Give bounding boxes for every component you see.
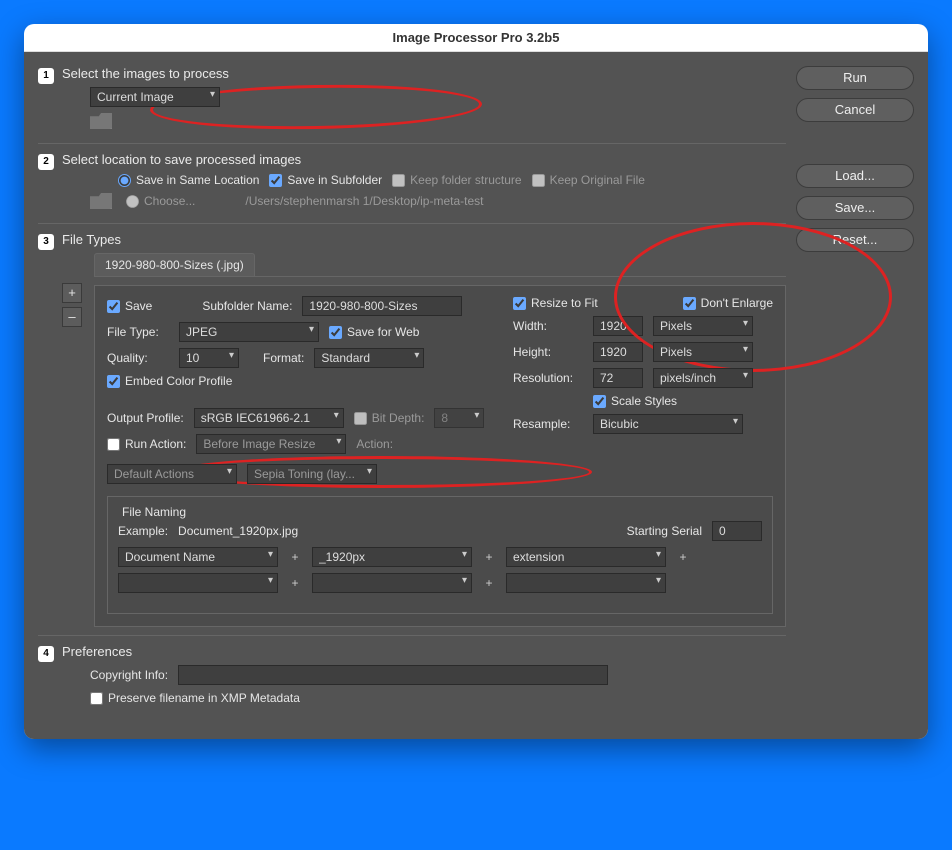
dialog-window: Image Processor Pro 3.2b5 1 Select the i…: [24, 24, 928, 739]
image-source-select[interactable]: Current Image: [90, 87, 220, 107]
action-label: Action:: [356, 437, 393, 451]
step-badge: 4: [38, 646, 54, 662]
step-title: File Types: [62, 232, 786, 247]
height-label: Height:: [513, 345, 583, 359]
bit-depth-check[interactable]: Bit Depth:: [354, 411, 425, 425]
save-same-location-radio[interactable]: Save in Same Location: [118, 173, 259, 187]
save-check[interactable]: Save: [107, 299, 152, 313]
step-badge: 2: [38, 154, 54, 170]
run-button[interactable]: Run: [796, 66, 914, 90]
resample-select[interactable]: Bicubic: [593, 414, 743, 434]
filetype-label: File Type:: [107, 325, 169, 339]
reset-button[interactable]: Reset...: [796, 228, 914, 252]
step-title: Preferences: [62, 644, 786, 659]
save-for-web-check[interactable]: Save for Web: [329, 325, 419, 339]
file-naming-legend: File Naming: [118, 505, 190, 519]
naming-slot-5[interactable]: [312, 573, 472, 593]
step-title: Select the images to process: [62, 66, 786, 81]
cancel-button[interactable]: Cancel: [796, 98, 914, 122]
choose-location-radio[interactable]: Choose...: [126, 194, 195, 208]
copyright-input[interactable]: [178, 665, 608, 685]
run-action-check[interactable]: Run Action:: [107, 437, 186, 451]
serial-label: Starting Serial: [627, 524, 702, 538]
naming-slot-2[interactable]: _1920px: [312, 547, 472, 567]
output-path: /Users/stephenmarsh 1/Desktop/ip-meta-te…: [245, 194, 483, 208]
remove-tab-button[interactable]: –: [62, 307, 82, 327]
step-4: 4 Preferences Copyright Info: Preserve f…: [38, 635, 786, 711]
step-1: 1 Select the images to process Current I…: [38, 66, 786, 135]
folder-icon[interactable]: [90, 113, 112, 129]
bit-depth-select[interactable]: 8: [434, 408, 484, 428]
copyright-label: Copyright Info:: [90, 668, 168, 682]
step-3: 3 File Types + – 1920-980-800-Size: [38, 223, 786, 627]
step-badge: 3: [38, 234, 54, 250]
action-set-select[interactable]: Default Actions: [107, 464, 237, 484]
quality-select[interactable]: 10: [179, 348, 239, 368]
example-label: Example:: [118, 524, 168, 538]
step-badge: 1: [38, 68, 54, 84]
scale-styles-check[interactable]: Scale Styles: [593, 394, 677, 408]
resolution-input[interactable]: [593, 368, 643, 388]
resolution-unit-select[interactable]: pixels/inch: [653, 368, 753, 388]
file-naming-fieldset: File Naming Example: Document_1920px.jpg…: [107, 496, 773, 614]
step-2: 2 Select location to save processed imag…: [38, 143, 786, 215]
height-input[interactable]: [593, 342, 643, 362]
action-name-select[interactable]: Sepia Toning (lay...: [247, 464, 377, 484]
width-label: Width:: [513, 319, 583, 333]
resolution-label: Resolution:: [513, 371, 583, 385]
output-profile-select[interactable]: sRGB IEC61966-2.1: [194, 408, 344, 428]
filetype-tab[interactable]: 1920-980-800-Sizes (.jpg): [94, 253, 255, 276]
naming-slot-4[interactable]: [118, 573, 278, 593]
dont-enlarge-check[interactable]: Don't Enlarge: [683, 296, 773, 310]
naming-slot-1[interactable]: Document Name: [118, 547, 278, 567]
quality-label: Quality:: [107, 351, 169, 365]
height-unit-select[interactable]: Pixels: [653, 342, 753, 362]
width-unit-select[interactable]: Pixels: [653, 316, 753, 336]
naming-slot-6[interactable]: [506, 573, 666, 593]
preserve-xmp-check[interactable]: Preserve filename in XMP Metadata: [90, 691, 300, 705]
subfolder-label: Subfolder Name:: [202, 299, 292, 313]
format-select[interactable]: Standard: [314, 348, 424, 368]
filetype-tabs: 1920-980-800-Sizes (.jpg): [94, 253, 786, 277]
embed-profile-check[interactable]: Embed Color Profile: [107, 374, 232, 388]
load-button[interactable]: Load...: [796, 164, 914, 188]
filetype-select[interactable]: JPEG: [179, 322, 319, 342]
folder-icon[interactable]: [90, 193, 112, 209]
starting-serial-input[interactable]: [712, 521, 762, 541]
keep-folder-structure-check[interactable]: Keep folder structure: [392, 173, 521, 187]
resize-to-fit-check[interactable]: Resize to Fit: [513, 296, 598, 310]
subfolder-name-input[interactable]: [302, 296, 462, 316]
run-action-when-select[interactable]: Before Image Resize: [196, 434, 346, 454]
save-button[interactable]: Save...: [796, 196, 914, 220]
example-value: Document_1920px.jpg: [178, 524, 298, 538]
window-title: Image Processor Pro 3.2b5: [24, 24, 928, 52]
width-input[interactable]: [593, 316, 643, 336]
output-profile-label: Output Profile:: [107, 411, 184, 425]
save-in-subfolder-check[interactable]: Save in Subfolder: [269, 173, 382, 187]
step-title: Select location to save processed images: [62, 152, 786, 167]
add-tab-button[interactable]: +: [62, 283, 82, 303]
resample-label: Resample:: [513, 417, 583, 431]
format-label: Format:: [263, 351, 304, 365]
keep-original-file-check[interactable]: Keep Original File: [532, 173, 645, 187]
naming-slot-3[interactable]: extension: [506, 547, 666, 567]
